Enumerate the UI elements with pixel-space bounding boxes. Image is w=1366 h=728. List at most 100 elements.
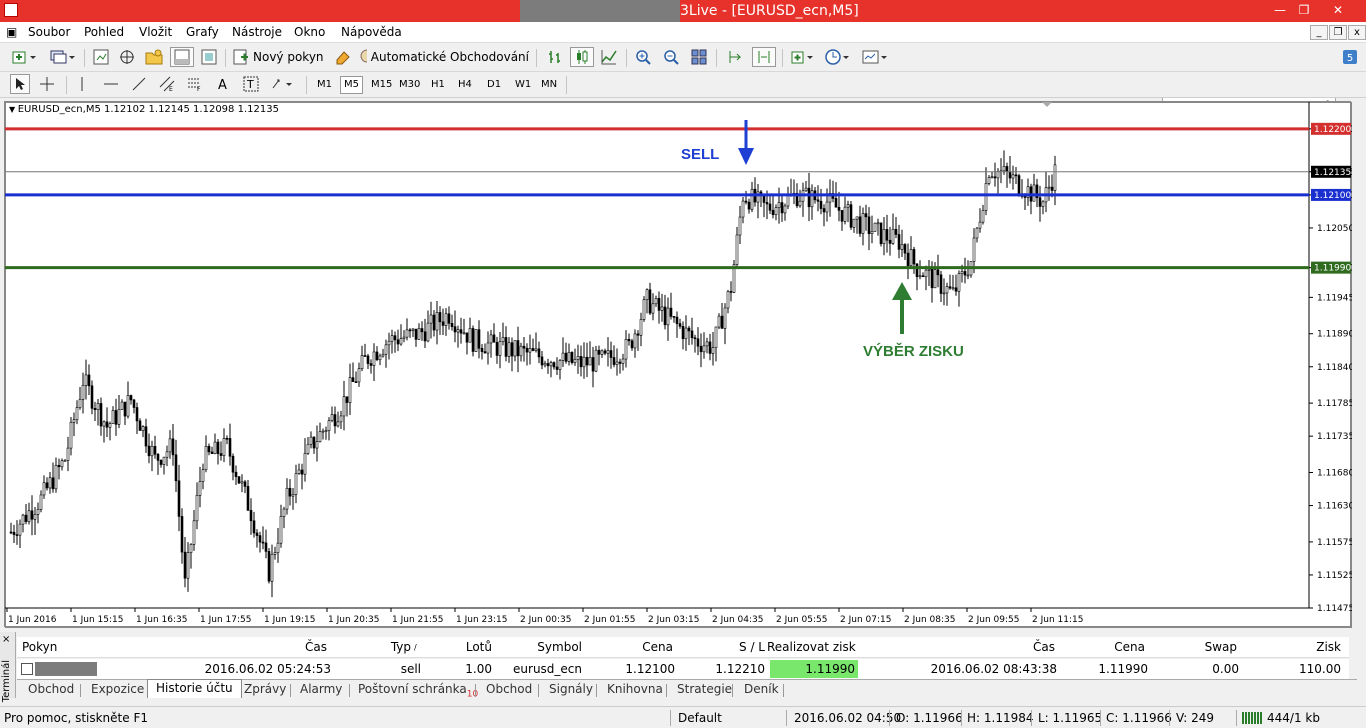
- chart-window[interactable]: 1.12200 1.12135 1.12100 1.12050 1.11990 1.119…: [4, 101, 1352, 628]
- tab-journal[interactable]: Deník: [744, 682, 779, 696]
- new-chart-button[interactable]: [8, 47, 42, 67]
- col-open-time[interactable]: Čas: [207, 640, 327, 654]
- timeframe-m1[interactable]: M1: [313, 76, 336, 94]
- navigator-icon[interactable]: [142, 47, 166, 67]
- tab-market[interactable]: Obchod: [486, 682, 532, 696]
- terminal-toggle-icon[interactable]: [170, 47, 194, 67]
- candle-body: [714, 326, 718, 348]
- candle-body: [207, 445, 211, 453]
- auto-scroll-icon[interactable]: [724, 47, 746, 67]
- market-watch-icon[interactable]: [90, 47, 112, 67]
- community-icon[interactable]: 5: [1340, 47, 1360, 67]
- zoom-in-icon[interactable]: [632, 47, 654, 67]
- mdi-close-button[interactable]: x: [1348, 25, 1366, 40]
- timeframe-w1[interactable]: W1: [511, 76, 535, 94]
- col-lots[interactable]: Lotů: [427, 640, 492, 654]
- maximize-button[interactable]: ❐: [1292, 2, 1316, 18]
- mdi-restore-button[interactable]: ❐: [1329, 25, 1347, 40]
- auto-trading-button[interactable]: Automatické Obchodování: [358, 47, 530, 67]
- profiles-button[interactable]: [46, 47, 80, 67]
- vertical-line-icon[interactable]: [72, 74, 92, 94]
- chart-border: [5, 102, 1352, 628]
- candle-body: [246, 486, 250, 511]
- candle-body: [51, 477, 55, 490]
- cursor-icon[interactable]: [10, 74, 30, 94]
- col-type[interactable]: Typ: [347, 640, 411, 654]
- tab-strategies[interactable]: Strategie: [677, 682, 732, 696]
- candle-body: [711, 347, 715, 354]
- tab-signals[interactable]: Signály: [549, 682, 593, 696]
- terminal-close-button[interactable]: ×: [2, 634, 10, 645]
- candle-body: [615, 361, 619, 365]
- text-label-icon[interactable]: T: [240, 74, 262, 94]
- mdi-minimize-button[interactable]: _: [1310, 25, 1328, 40]
- candlestick-chart[interactable]: 1.12200 1.12135 1.12100 1.12050 1.11990 1.119…: [5, 102, 1352, 628]
- col-swap[interactable]: Swap: [1147, 640, 1237, 654]
- timeframe-m30[interactable]: M30: [395, 76, 424, 94]
- candle-body: [1038, 197, 1042, 207]
- candle-body: [846, 204, 850, 208]
- col-symbol[interactable]: Symbol: [497, 640, 582, 654]
- trendline-icon[interactable]: [128, 74, 150, 94]
- fibonacci-icon[interactable]: F: [184, 74, 206, 94]
- timeframe-d1[interactable]: D1: [483, 76, 505, 94]
- templates-icon[interactable]: [858, 47, 892, 67]
- menu-okno[interactable]: Okno: [294, 25, 325, 39]
- child-window-icon[interactable]: ▣: [6, 25, 17, 39]
- tab-trade[interactable]: Obchod: [28, 682, 74, 696]
- menu-napoveda[interactable]: Nápověda: [341, 25, 402, 39]
- strategy-tester-icon[interactable]: [198, 47, 220, 67]
- col-tp[interactable]: Realizovat zisk: [767, 640, 856, 654]
- candle-body: [912, 249, 916, 265]
- tab-news[interactable]: Zprávy: [244, 682, 286, 696]
- right-scrollbar[interactable]: [1354, 98, 1366, 628]
- tab-alerts[interactable]: Alarmy: [300, 682, 342, 696]
- zoom-out-icon[interactable]: [660, 47, 682, 67]
- horizontal-line-icon[interactable]: [100, 74, 122, 94]
- arrows-icon[interactable]: [268, 74, 298, 94]
- timeframe-h1[interactable]: H1: [427, 76, 449, 94]
- periods-icon[interactable]: [822, 47, 854, 67]
- col-sl[interactable]: S / L: [677, 640, 765, 654]
- indicators-icon[interactable]: [788, 47, 818, 67]
- candle-body: [408, 329, 412, 332]
- menu-soubor[interactable]: Soubor: [28, 25, 70, 39]
- candle-body: [270, 554, 274, 582]
- table-row[interactable]: 2016.06.02 05:24:53 sell 1.00 eurusd_ecn…: [17, 659, 1349, 679]
- chart-shift-icon[interactable]: [752, 47, 776, 67]
- timeframe-h4[interactable]: H4: [454, 76, 476, 94]
- bar-chart-icon[interactable]: [544, 47, 566, 67]
- close-button[interactable]: ✕: [1326, 2, 1350, 18]
- line-chart-icon[interactable]: [598, 47, 620, 67]
- tab-mailbox[interactable]: Poštovní schránka10: [358, 682, 478, 699]
- new-order-button[interactable]: Nový pokyn: [232, 47, 328, 67]
- menu-nastroje[interactable]: Nástroje: [232, 25, 282, 39]
- data-window-icon[interactable]: [116, 47, 138, 67]
- timeframe-m5[interactable]: M5: [340, 76, 363, 94]
- timeframe-m15[interactable]: M15: [367, 76, 396, 94]
- candle-body: [1017, 175, 1021, 195]
- equidistant-channel-icon[interactable]: E: [156, 74, 178, 94]
- col-price[interactable]: Cena: [587, 640, 673, 654]
- chart-menu-triangle-icon[interactable]: ▼: [9, 105, 18, 114]
- menu-vlozit[interactable]: Vložit: [139, 25, 172, 39]
- minimize-button[interactable]: —: [1268, 2, 1292, 18]
- text-tool-icon[interactable]: A: [212, 74, 234, 94]
- tab-library[interactable]: Knihovna: [607, 682, 663, 696]
- timeframe-mn[interactable]: MN: [537, 76, 561, 94]
- tile-windows-icon[interactable]: [688, 47, 710, 67]
- col-close-time[interactable]: Čas: [867, 640, 1055, 654]
- col-order[interactable]: Pokyn: [22, 640, 57, 654]
- crosshair-icon[interactable]: [36, 74, 58, 94]
- menu-grafy[interactable]: Grafy: [186, 25, 219, 39]
- col-profit[interactable]: Zisk: [1239, 640, 1341, 654]
- tab-exposure[interactable]: Expozice: [91, 682, 144, 696]
- metaeditor-icon[interactable]: [332, 47, 354, 67]
- col-close-price[interactable]: Cena: [1057, 640, 1145, 654]
- menu-pohled[interactable]: Pohled: [84, 25, 124, 39]
- candle-body: [549, 362, 553, 367]
- tab-account-history[interactable]: Historie účtu: [147, 679, 242, 698]
- candle-body: [825, 201, 829, 213]
- candlestick-chart-icon[interactable]: [570, 47, 594, 67]
- status-profile[interactable]: Default: [678, 711, 722, 725]
